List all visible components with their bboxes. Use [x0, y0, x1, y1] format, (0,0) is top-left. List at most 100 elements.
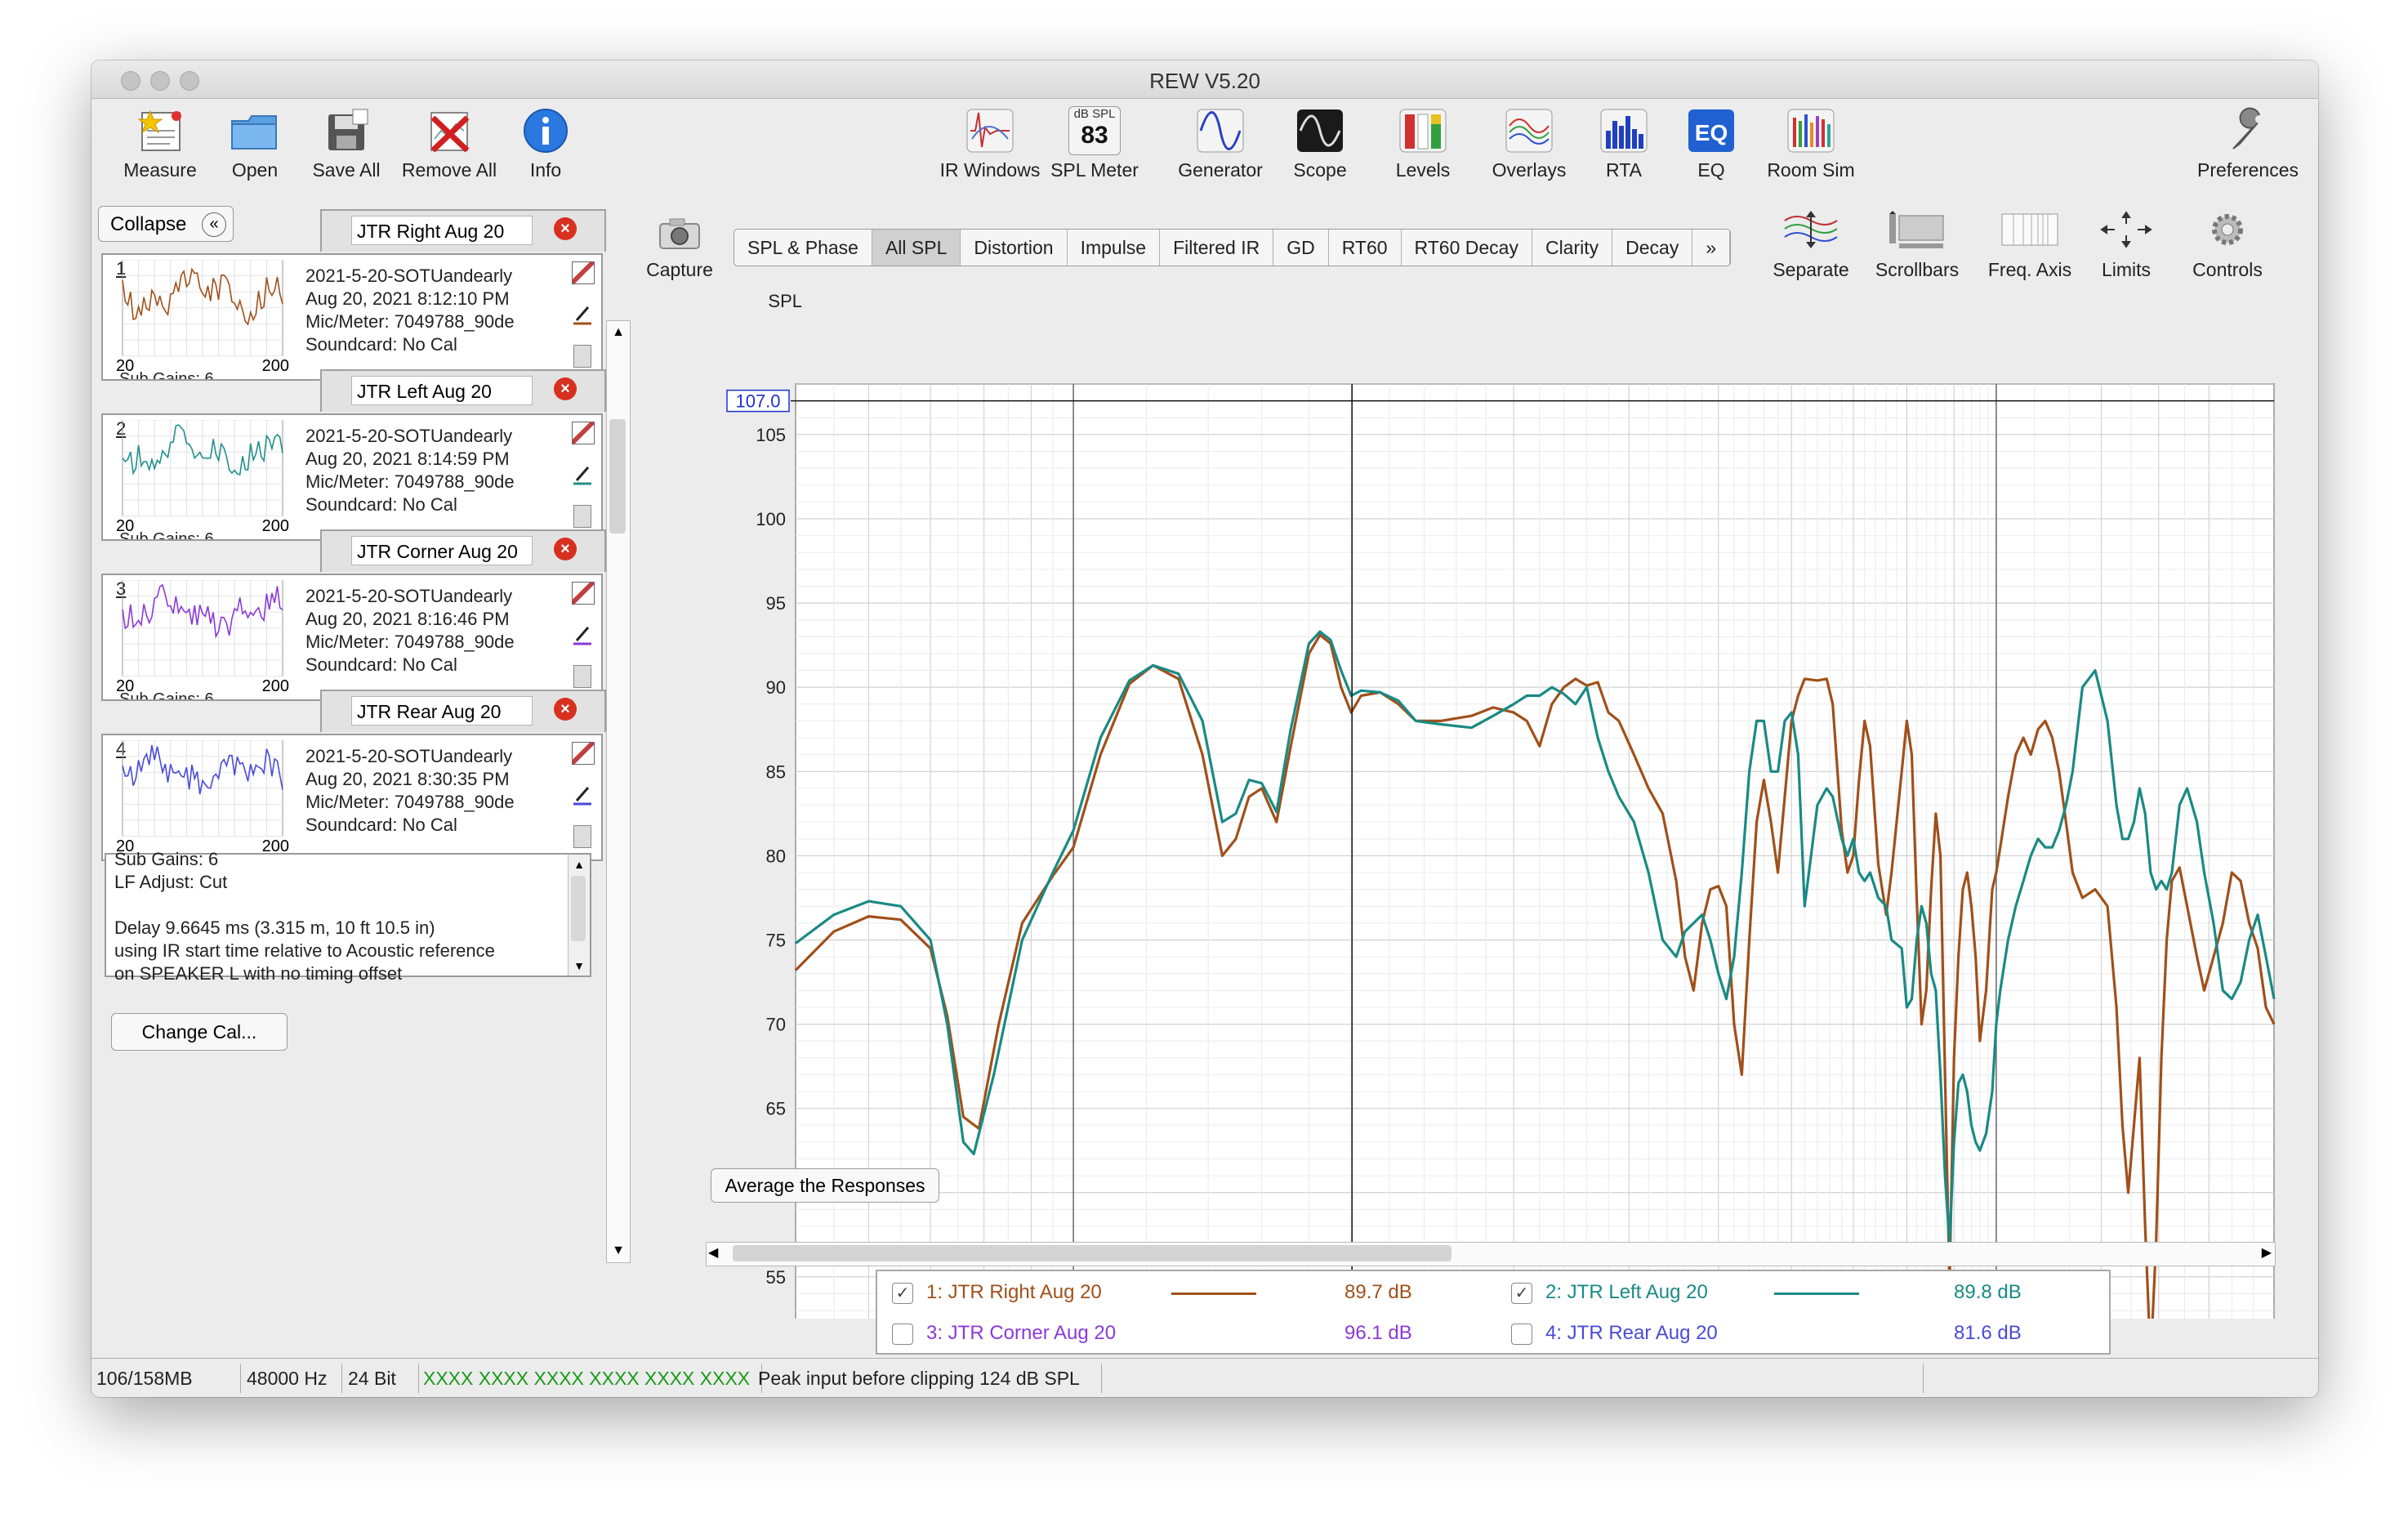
edit-measurement-icon[interactable] [572, 742, 595, 765]
separate-icon [1784, 211, 1838, 248]
measurement-card[interactable]: 2 20 200 2021-5-20-SOTUandearly Aug 20, 2021… [101, 413, 603, 541]
edit-measurement-icon[interactable] [572, 422, 595, 444]
scroll-left-icon[interactable]: ◀ [708, 1243, 718, 1264]
trace-color-icon[interactable] [572, 304, 593, 325]
measurement-details: 2021-5-20-SOTUandearly Aug 20, 2021 8:12:… [305, 265, 515, 356]
y-tick-label: 85 [766, 761, 786, 782]
notes-icon[interactable] [573, 345, 591, 368]
y-tick-label: 70 [766, 1015, 786, 1035]
room-sim-button[interactable]: Room Sim [1758, 106, 1864, 181]
measurement-name-field[interactable]: JTR Right Aug 20 [351, 216, 533, 245]
graph-tab[interactable]: GD [1273, 230, 1329, 266]
remove-measurement-icon[interactable]: × [554, 377, 577, 400]
graph-tab[interactable]: Decay [1612, 230, 1693, 266]
legend-swatch-2 [1774, 1293, 1859, 1295]
title-bar: REW V5.20 [91, 60, 2318, 99]
graph-tab[interactable]: All SPL [872, 230, 961, 266]
change-cal-button[interactable]: Change Cal... [111, 1013, 288, 1051]
graph-tab[interactable]: RT60 Decay [1402, 230, 1532, 266]
graph-tab-bar: SPL & Phase All SPL Distortion Impulse Filte… [734, 229, 1732, 266]
graph-tab[interactable]: Impulse [1068, 230, 1161, 266]
spl-meter-button[interactable]: dB SPL 83 SPL Meter [1046, 106, 1144, 181]
chart-horizontal-scrollbar[interactable]: ◀ ▶ [706, 1242, 2276, 1266]
measurement-name-field[interactable]: JTR Left Aug 20 [351, 376, 533, 405]
notes-icon[interactable] [573, 825, 591, 848]
legend-checkbox-4[interactable] [1511, 1324, 1532, 1345]
remove-measurement-icon[interactable]: × [554, 538, 577, 560]
remove-measurement-icon[interactable]: × [554, 217, 577, 240]
scope-icon [1297, 109, 1343, 152]
trace-color-icon[interactable] [572, 624, 593, 645]
scope-button[interactable]: Scope [1279, 106, 1361, 181]
camera-icon [659, 218, 700, 249]
legend-checkbox-1[interactable]: ✓ [892, 1283, 913, 1304]
status-bit-depth: 24 Bit [343, 1364, 419, 1393]
graph-tab[interactable]: » [1692, 230, 1731, 266]
capture-button[interactable]: Capture [640, 216, 719, 281]
measurement-card[interactable]: 3 20 200 2021-5-20-SOTUandearly Aug 20, 2021… [101, 574, 603, 701]
legend-checkbox-3[interactable] [892, 1324, 913, 1345]
measurement-detail-line: 2021-5-20-SOTUandearly [305, 586, 513, 606]
graph-tab[interactable]: Distortion [961, 230, 1068, 266]
measurement-detail-line: Aug 20, 2021 8:12:10 PM [305, 288, 510, 309]
measurement-name-field[interactable]: JTR Corner Aug 20 [351, 536, 533, 565]
controls-button[interactable]: Controls [2183, 211, 2272, 281]
y-tick-label: 105 [756, 425, 786, 445]
measurement-detail-line: Mic/Meter: 7049788_90de [305, 792, 515, 812]
generator-icon [1197, 109, 1244, 153]
measurement-card[interactable]: 4 20 200 2021-5-20-SOTUandearly Aug 20, 2021… [101, 734, 603, 861]
notes-icon[interactable] [573, 505, 591, 528]
measurement-detail-line: Soundcard: No Cal [305, 494, 457, 515]
measurement-detail-line: Aug 20, 2021 8:14:59 PM [305, 449, 510, 469]
legend-value-3: 96.1 dB [1344, 1322, 1412, 1344]
freq-axis-icon [2001, 213, 2058, 246]
y-tick-label: 100 [756, 509, 786, 529]
room-sim-label: Room Sim [1767, 159, 1855, 181]
y-tick-label: 75 [766, 930, 786, 950]
measurement-card[interactable]: 1 20 200 2021-5-20-SOTUandearly Aug 20, 2021… [101, 253, 603, 381]
average-responses-button[interactable]: Average the Responses [711, 1168, 939, 1203]
overlays-icon [1505, 109, 1553, 153]
room-sim-icon [1787, 109, 1835, 153]
info-icon [524, 109, 568, 153]
remove-measurement-icon[interactable]: × [554, 698, 577, 721]
edit-measurement-icon[interactable] [572, 261, 595, 284]
notes-icon[interactable] [573, 665, 591, 688]
scroll-thumb[interactable] [733, 1245, 1451, 1261]
scroll-right-icon[interactable]: ▶ [2262, 1243, 2272, 1264]
measurement-detail-line: Mic/Meter: 7049788_90de [305, 311, 515, 332]
legend-name-3: 3: JTR Corner Aug 20 [926, 1322, 1117, 1344]
measurement-sub-gains: Sub Gains: 6 [114, 531, 219, 539]
notes-scrollbar[interactable]: ▲ ▼ [568, 855, 590, 976]
graph-tab[interactable]: SPL & Phase [734, 230, 872, 266]
legend-checkbox-2[interactable]: ✓ [1511, 1283, 1532, 1304]
notes-area[interactable]: Sub Gains: 6 LF Adjust: Cut Delay 9.6645… [105, 849, 591, 984]
scrollbars-button[interactable]: Scrollbars [1872, 211, 1962, 281]
scrollbars-icon [1889, 211, 1944, 248]
legend-value-4: 81.6 dB [1954, 1322, 2022, 1344]
preferences-label: Preferences [2196, 159, 2299, 181]
measurement-name-field[interactable]: JTR Rear Aug 20 [351, 696, 533, 726]
notes-line: Sub Gains: 6 [114, 849, 219, 869]
info-button[interactable]: Info [513, 106, 578, 181]
graph-tab[interactable]: Clarity [1532, 230, 1613, 266]
collapse-icon: « [202, 212, 226, 237]
measurement-sub-gains: Sub Gains: 6 [114, 371, 219, 379]
edit-measurement-icon[interactable] [572, 582, 595, 605]
graph-tab[interactable]: Filtered IR [1160, 230, 1274, 266]
preferences-button[interactable]: Preferences [2197, 106, 2299, 181]
measurement-sub-gains: Sub Gains: 6 [114, 691, 219, 699]
limits-icon [2100, 211, 2152, 248]
spl-chart[interactable]: SPL 567891030405060708090100130150170200… [622, 281, 2313, 1319]
notes-line: using IR start time relative to Acoustic… [114, 940, 495, 961]
measurement-detail-line: 2021-5-20-SOTUandearly [305, 426, 513, 446]
measurement-details: 2021-5-20-SOTUandearly Aug 20, 2021 8:14:… [305, 425, 515, 516]
trace-color-icon[interactable] [572, 464, 593, 485]
status-empty-cell [1096, 1364, 1924, 1393]
measurement-detail-line: Aug 20, 2021 8:30:35 PM [305, 769, 510, 789]
status-peak-input: Peak input before clipping 124 dB SPL [753, 1364, 1102, 1393]
collapse-button[interactable]: Collapse « [98, 206, 234, 242]
graph-tab[interactable]: RT60 [1329, 230, 1402, 266]
trace-color-icon[interactable] [572, 784, 593, 806]
status-memory: 106/158MB [91, 1364, 241, 1393]
